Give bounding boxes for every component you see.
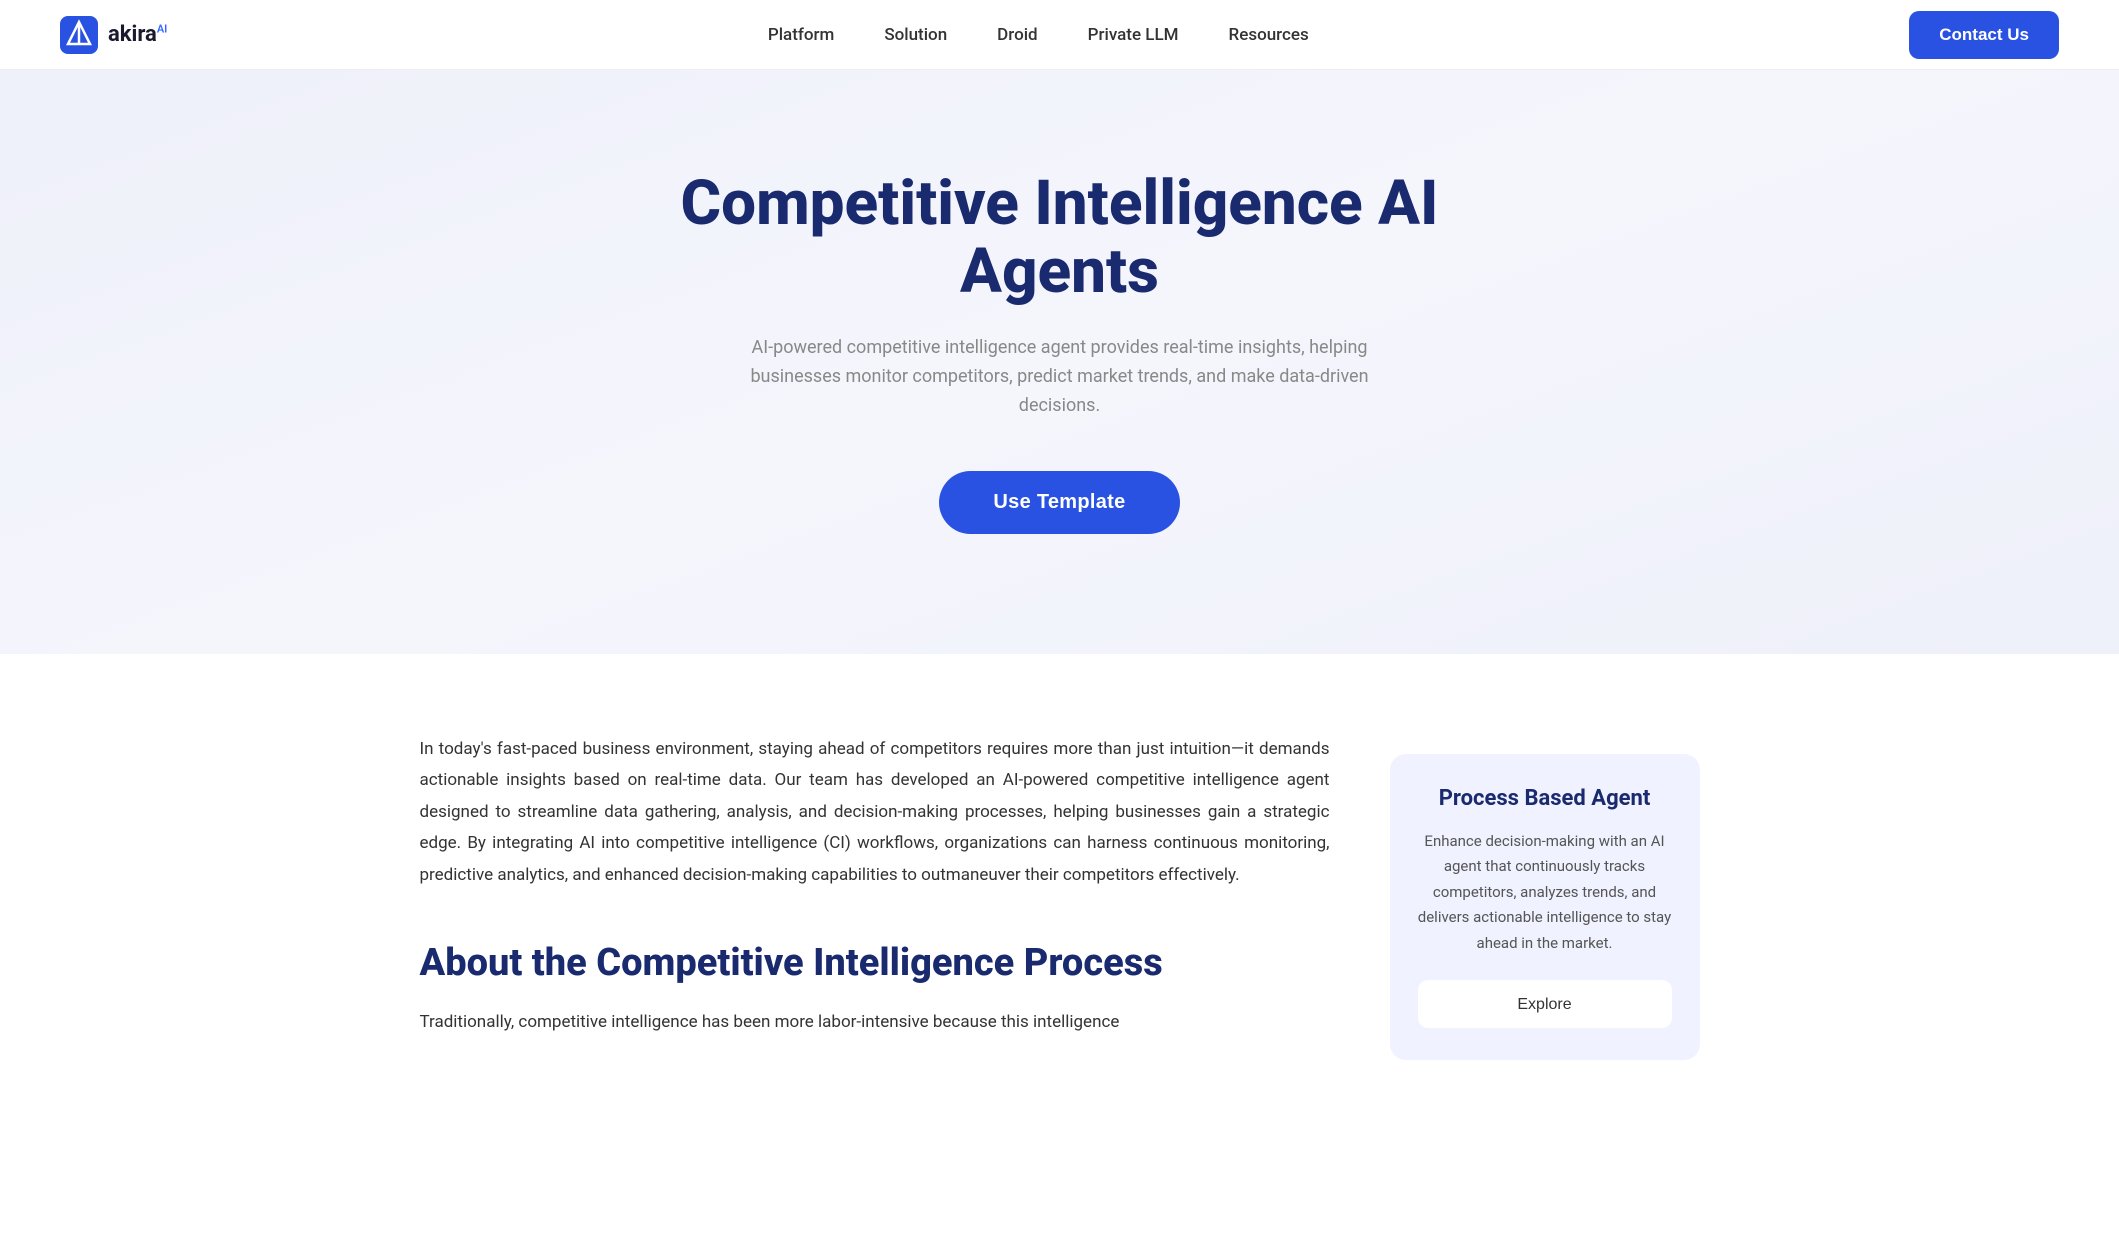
nav-item-solution[interactable]: Solution [884, 25, 947, 45]
hero-section: Competitive Intelligence AI Agents AI-po… [0, 70, 2119, 654]
navbar: akiraAI Platform Solution Droid Private … [0, 0, 2119, 70]
nav-item-private-llm[interactable]: Private LLM [1088, 25, 1179, 45]
process-agent-card: Process Based Agent Enhance decision-mak… [1390, 754, 1700, 1061]
explore-wrapper[interactable]: Explore [1418, 980, 1672, 1028]
about-heading: About the Competitive Intelligence Proce… [420, 941, 1330, 987]
nav-item-resources[interactable]: Resources [1229, 25, 1309, 45]
about-text: Traditionally, competitive intelligence … [420, 1007, 1330, 1038]
nav-item-platform[interactable]: Platform [768, 25, 834, 45]
nav-item-droid[interactable]: Droid [997, 25, 1037, 45]
main-content: In today's fast-paced business environme… [360, 654, 1760, 1121]
explore-button[interactable]: Explore [1517, 996, 1571, 1014]
akira-logo-icon [60, 16, 98, 54]
card-body: Enhance decision-making with an AI agent… [1418, 829, 1672, 957]
contact-button[interactable]: Contact Us [1909, 11, 2059, 59]
intro-paragraph: In today's fast-paced business environme… [420, 734, 1330, 891]
hero-subtitle: AI-powered competitive intelligence agen… [720, 334, 1400, 420]
logo-text: akiraAI [108, 22, 167, 47]
use-template-button[interactable]: Use Template [939, 471, 1179, 534]
nav-links: Platform Solution Droid Private LLM Reso… [768, 25, 1309, 45]
content-left: In today's fast-paced business environme… [420, 734, 1330, 1038]
logo[interactable]: akiraAI [60, 16, 167, 54]
card-title: Process Based Agent [1418, 786, 1672, 811]
hero-title: Competitive Intelligence AI Agents [610, 170, 1510, 306]
